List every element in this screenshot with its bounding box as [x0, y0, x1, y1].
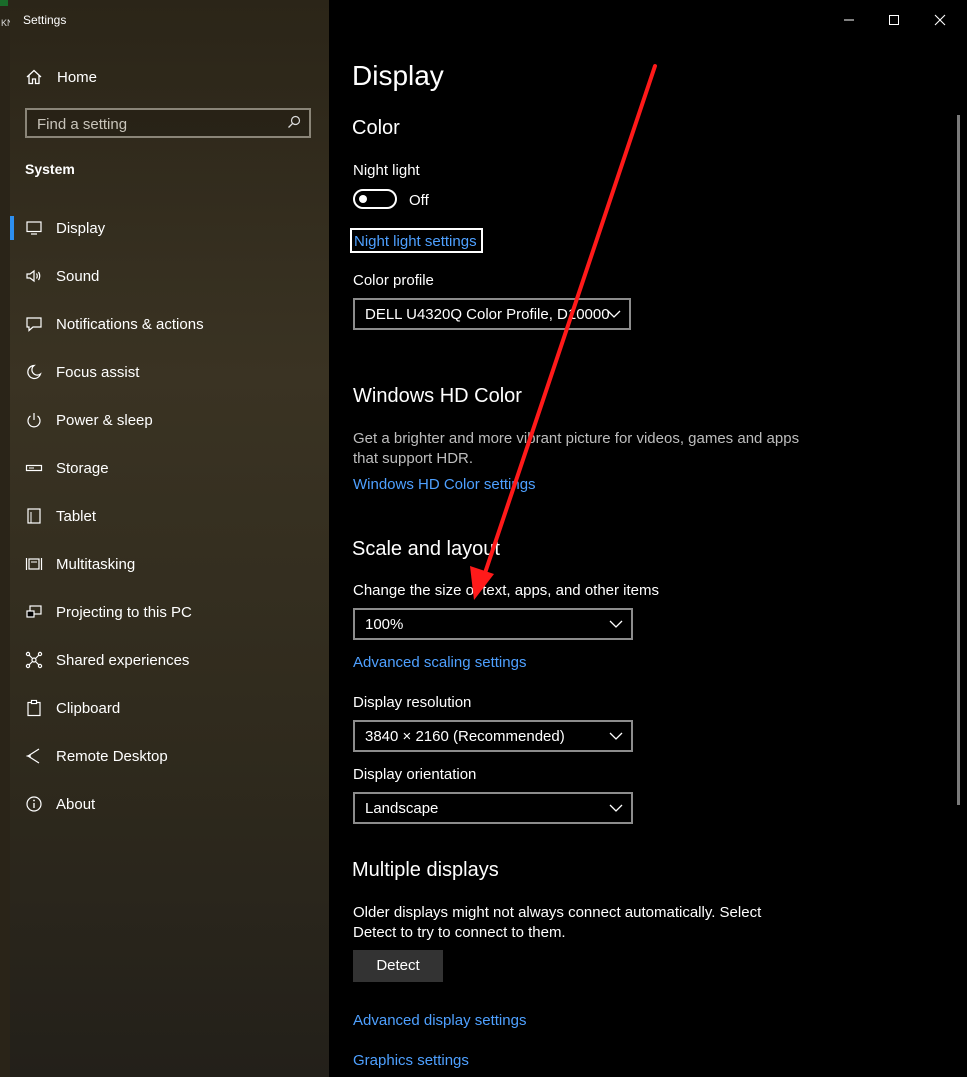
night-light-toggle[interactable] [353, 189, 397, 209]
sidebar-item-label: Display [56, 220, 106, 237]
search-input[interactable] [35, 114, 279, 134]
hd-color-settings-link[interactable]: Windows HD Color settings [353, 476, 536, 493]
multiple-displays-description: Older displays might not always connect … [353, 904, 762, 921]
scale-layout-heading: Scale and layout [352, 538, 500, 560]
color-profile-dropdown[interactable]: DELL U4320Q Color Profile, D10000 [353, 298, 631, 330]
home-icon [25, 68, 43, 86]
night-light-state: Off [409, 192, 429, 209]
sidebar-item-storage[interactable]: Storage [10, 444, 329, 492]
sidebar-item-multitasking[interactable]: Multitasking [10, 540, 329, 588]
sidebar-section-title: System [25, 161, 75, 177]
desktop-icon [0, 0, 8, 6]
chevron-down-icon [609, 804, 623, 812]
sidebar-item-label: About [56, 796, 96, 813]
sidebar-item-tablet[interactable]: Tablet [10, 492, 329, 540]
remote-desktop-icon [25, 747, 43, 765]
sidebar-item-display[interactable]: Display [10, 204, 329, 252]
sidebar-item-label: Clipboard [56, 700, 121, 717]
multiple-displays-heading: Multiple displays [352, 859, 499, 881]
orientation-value: Landscape [365, 800, 439, 817]
selection-indicator [10, 216, 14, 240]
sidebar-item-label: Multitasking [56, 556, 136, 573]
sidebar-item-label: Power & sleep [56, 412, 153, 429]
search-box[interactable] [25, 108, 311, 138]
speaker-icon [25, 267, 43, 285]
chevron-down-icon [609, 620, 623, 628]
sidebar-item-label: Tablet [56, 508, 97, 525]
sidebar-home[interactable]: Home [10, 60, 329, 94]
detect-button[interactable]: Detect [353, 950, 443, 982]
shared-icon [25, 651, 43, 669]
projecting-icon [25, 603, 43, 621]
sidebar-item-shared-experiences[interactable]: Shared experiences [10, 636, 329, 684]
sidebar-item-label: Remote Desktop [56, 748, 168, 765]
hd-color-heading: Windows HD Color [353, 385, 522, 407]
sidebar-item-remote-desktop[interactable]: Remote Desktop [10, 732, 329, 780]
multiple-displays-description-2: Detect to try to connect to them. [353, 924, 566, 941]
color-heading: Color [352, 117, 400, 139]
storage-icon [25, 459, 43, 477]
resolution-value: 3840 × 2160 (Recommended) [365, 728, 565, 745]
monitor-icon [25, 219, 43, 237]
resolution-label: Display resolution [353, 694, 472, 711]
moon-icon [25, 363, 43, 381]
advanced-display-settings-link[interactable]: Advanced display settings [353, 1012, 526, 1029]
night-light-label: Night light [353, 162, 420, 179]
scale-size-label: Change the size of text, apps, and other… [353, 582, 660, 599]
sidebar-item-power-sleep[interactable]: Power & sleep [10, 396, 329, 444]
chevron-down-icon [607, 310, 621, 318]
sidebar-item-about[interactable]: About [10, 780, 329, 828]
hd-color-description-2: that support HDR. [353, 450, 474, 467]
sidebar-item-label: Projecting to this PC [56, 604, 192, 621]
sidebar-item-label: Notifications & actions [56, 316, 204, 333]
main-content: Display Color Night light Off Night ligh… [329, 0, 959, 1077]
sidebar-item-notifications[interactable]: Notifications & actions [10, 300, 329, 348]
color-profile-value: DELL U4320Q Color Profile, D10000 [365, 306, 610, 323]
sidebar-nav: Display Sound Notifications & actions Fo… [10, 204, 329, 828]
notification-icon [25, 315, 43, 333]
info-icon [25, 795, 43, 813]
sidebar-home-label: Home [57, 69, 98, 86]
advanced-scaling-link[interactable]: Advanced scaling settings [353, 654, 526, 671]
graphics-settings-link[interactable]: Graphics settings [353, 1052, 469, 1069]
scrollbar[interactable] [957, 115, 960, 805]
sidebar: Settings Home System Display Sound Notif… [10, 0, 329, 1077]
chevron-down-icon [609, 732, 623, 740]
sidebar-item-label: Shared experiences [56, 652, 190, 669]
sidebar-item-label: Sound [56, 268, 100, 285]
app-title: Settings [23, 13, 67, 27]
sidebar-item-sound[interactable]: Sound [10, 252, 329, 300]
power-icon [25, 411, 43, 429]
search-icon[interactable] [287, 115, 301, 129]
sidebar-item-label: Focus assist [56, 364, 140, 381]
color-profile-label: Color profile [353, 272, 434, 289]
clipboard-icon [25, 699, 43, 717]
sidebar-item-clipboard[interactable]: Clipboard [10, 684, 329, 732]
sidebar-item-label: Storage [56, 460, 109, 477]
orientation-dropdown[interactable]: Landscape [353, 792, 633, 824]
scale-dropdown[interactable]: 100% [353, 608, 633, 640]
scale-value: 100% [365, 616, 404, 633]
multitasking-icon [25, 555, 43, 573]
resolution-dropdown[interactable]: 3840 × 2160 (Recommended) [353, 720, 633, 752]
sidebar-item-focus-assist[interactable]: Focus assist [10, 348, 329, 396]
sidebar-item-projecting[interactable]: Projecting to this PC [10, 588, 329, 636]
night-light-settings-link-label: Night light settings [354, 233, 477, 250]
night-light-settings-link[interactable]: Night light settings [350, 228, 483, 253]
desktop-edge: KN [0, 0, 14, 1077]
orientation-label: Display orientation [353, 766, 477, 783]
toggle-knob [359, 195, 367, 203]
page-title: Display [352, 60, 444, 91]
hd-color-description: Get a brighter and more vibrant picture … [353, 430, 800, 447]
tablet-icon [25, 507, 43, 525]
